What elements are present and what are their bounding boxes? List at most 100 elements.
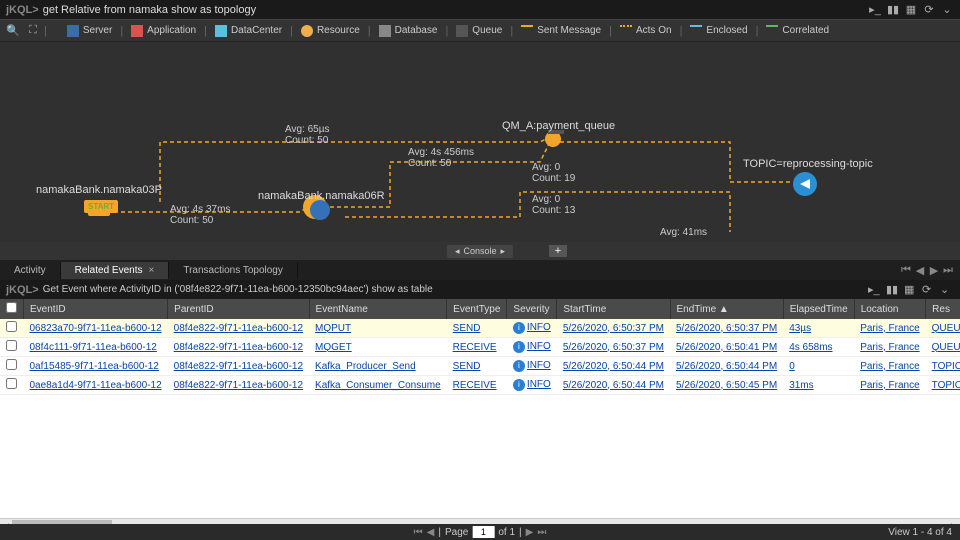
first-page-icon[interactable]: ⏮: [414, 527, 423, 538]
cell-eventname[interactable]: MQGET: [309, 338, 447, 357]
cell-elapsed[interactable]: 43µs: [783, 319, 854, 338]
cell-severity[interactable]: iINFO: [507, 338, 557, 357]
row-checkbox[interactable]: [6, 359, 17, 370]
node-reprocessing-topic[interactable]: TOPIC=reprocessing-topic: [743, 158, 873, 170]
tab-related-events[interactable]: Related Events×: [61, 262, 170, 279]
cell-parentid[interactable]: 08f4e822-9f71-11ea-b600-12: [168, 319, 309, 338]
col-eventid[interactable]: EventID: [24, 299, 168, 319]
prev-page-icon[interactable]: ◀: [427, 527, 435, 538]
cell-eventid[interactable]: 0ae8a1d4-9f71-11ea-b600-12: [24, 376, 168, 395]
chevron-down-icon[interactable]: ⌄: [940, 283, 954, 296]
cell-resource[interactable]: QUEUE=QM_A:pay: [926, 319, 960, 338]
cell-eventid[interactable]: 06823a70-9f71-11ea-b600-12: [24, 319, 168, 338]
cell-severity[interactable]: iINFO: [507, 357, 557, 376]
cell-starttime[interactable]: 5/26/2020, 6:50:44 PM: [557, 357, 670, 376]
cell-location[interactable]: Paris, France: [854, 357, 925, 376]
calendar-icon[interactable]: ▦: [904, 283, 918, 296]
cell-endtime[interactable]: 5/26/2020, 6:50:44 PM: [670, 357, 783, 376]
cell-eventid[interactable]: 0af15485-9f71-11ea-b600-12: [24, 357, 168, 376]
table-row[interactable]: 0ae8a1d4-9f71-11ea-b600-1208f4e822-9f71-…: [0, 376, 960, 395]
node-namaka03p[interactable]: namakaBank.namaka03P: [36, 184, 162, 196]
cell-eventtype[interactable]: RECEIVE: [447, 338, 507, 357]
cell-eventid[interactable]: 08f4c111-9f71-11ea-b600-12: [24, 338, 168, 357]
cell-severity[interactable]: iINFO: [507, 319, 557, 338]
console-toggle[interactable]: ◂ Console ▸: [447, 245, 513, 258]
console-icon[interactable]: ▸_: [868, 3, 882, 17]
console-bar: ◂ Console ▸ +: [0, 242, 960, 260]
results-table-wrap[interactable]: EventID ParentID EventName EventType Sev…: [0, 299, 960, 518]
cell-starttime[interactable]: 5/26/2020, 6:50:37 PM: [557, 338, 670, 357]
col-location[interactable]: Location: [854, 299, 925, 319]
next-page-icon[interactable]: ▶: [526, 527, 534, 538]
cell-eventname[interactable]: Kafka_Consumer_Consume: [309, 376, 447, 395]
edge-label: Avg: 65µsCount: 50: [285, 124, 330, 146]
cell-parentid[interactable]: 08f4e822-9f71-11ea-b600-12: [168, 338, 309, 357]
cell-starttime[interactable]: 5/26/2020, 6:50:37 PM: [557, 319, 670, 338]
col-parentid[interactable]: ParentID: [168, 299, 309, 319]
topology-canvas[interactable]: START namakaBank.namaka03P namakaBank.na…: [0, 42, 960, 242]
close-icon[interactable]: ×: [149, 265, 155, 276]
cell-severity[interactable]: iINFO: [507, 376, 557, 395]
col-elapsedtime[interactable]: ElapsedTime: [783, 299, 854, 319]
cell-location[interactable]: Paris, France: [854, 319, 925, 338]
cell-elapsed[interactable]: 31ms: [783, 376, 854, 395]
zoom-in-icon[interactable]: 🔍: [4, 22, 22, 40]
table-row[interactable]: 06823a70-9f71-11ea-b600-1208f4e822-9f71-…: [0, 319, 960, 338]
last-icon[interactable]: ⏭: [942, 264, 954, 277]
col-resource[interactable]: Res: [926, 299, 960, 319]
cell-endtime[interactable]: 5/26/2020, 6:50:41 PM: [670, 338, 783, 357]
cell-eventtype[interactable]: SEND: [447, 319, 507, 338]
cell-elapsed[interactable]: 0: [783, 357, 854, 376]
table-row[interactable]: 0af15485-9f71-11ea-b600-1208f4e822-9f71-…: [0, 357, 960, 376]
node-payment-queue[interactable]: QM_A:payment_queue: [502, 120, 615, 132]
lower-query-text[interactable]: Get Event where ActivityID in ('08f4e822…: [43, 284, 433, 295]
cell-location[interactable]: Paris, France: [854, 376, 925, 395]
row-checkbox[interactable]: [6, 378, 17, 389]
cell-starttime[interactable]: 5/26/2020, 6:50:44 PM: [557, 376, 670, 395]
col-eventname[interactable]: EventName: [309, 299, 447, 319]
prev-icon[interactable]: ◀: [914, 264, 926, 277]
calendar-icon[interactable]: ▦: [904, 3, 918, 17]
col-endtime[interactable]: EndTime ▲: [670, 299, 783, 319]
chevron-down-icon[interactable]: ⌄: [940, 3, 954, 17]
cell-location[interactable]: Paris, France: [854, 338, 925, 357]
table-row[interactable]: 08f4c111-9f71-11ea-b600-1208f4e822-9f71-…: [0, 338, 960, 357]
cell-eventname[interactable]: MQPUT: [309, 319, 447, 338]
row-checkbox[interactable]: [6, 340, 17, 351]
row-checkbox[interactable]: [6, 321, 17, 332]
first-icon[interactable]: ⏮: [900, 264, 912, 277]
cell-resource[interactable]: QUEUE=QM_A:pay: [926, 338, 960, 357]
node-namaka06r[interactable]: namakaBank.namaka06R: [258, 190, 385, 202]
cell-eventname[interactable]: Kafka_Producer_Send: [309, 357, 447, 376]
fullscreen-icon[interactable]: ⛶: [24, 22, 42, 40]
legend-database: Database: [379, 25, 438, 37]
chart-icon[interactable]: ▮▮: [886, 3, 900, 17]
refresh-icon[interactable]: ⟳: [922, 3, 936, 17]
cell-resource[interactable]: TOPIC=reprocessin: [926, 357, 960, 376]
tab-activity[interactable]: Activity: [0, 262, 61, 279]
col-starttime[interactable]: StartTime: [557, 299, 670, 319]
last-page-icon[interactable]: ⏭: [537, 527, 546, 538]
edge-label: Avg: 0Count: 19: [532, 162, 575, 184]
console-icon[interactable]: ▸_: [868, 283, 882, 296]
tab-transactions-topology[interactable]: Transactions Topology: [169, 262, 298, 279]
col-eventtype[interactable]: EventType: [447, 299, 507, 319]
col-severity[interactable]: Severity: [507, 299, 557, 319]
cell-eventtype[interactable]: SEND: [447, 357, 507, 376]
query-text[interactable]: get Relative from namaka show as topolog…: [43, 4, 256, 16]
add-tab-button[interactable]: +: [549, 245, 567, 257]
cell-elapsed[interactable]: 4s 658ms: [783, 338, 854, 357]
page-input[interactable]: [472, 526, 494, 538]
chart-icon[interactable]: ▮▮: [886, 283, 900, 296]
cell-endtime[interactable]: 5/26/2020, 6:50:37 PM: [670, 319, 783, 338]
cell-endtime[interactable]: 5/26/2020, 6:50:45 PM: [670, 376, 783, 395]
refresh-icon[interactable]: ⟳: [922, 283, 936, 296]
info-icon: i: [513, 379, 525, 391]
cell-parentid[interactable]: 08f4e822-9f71-11ea-b600-12: [168, 357, 309, 376]
select-all-checkbox[interactable]: [6, 302, 17, 313]
next-icon[interactable]: ▶: [928, 264, 940, 277]
cell-eventtype[interactable]: RECEIVE: [447, 376, 507, 395]
cell-resource[interactable]: TOPIC=reprocessin: [926, 376, 960, 395]
lower-tabs: Activity Related Events× Transactions To…: [0, 260, 960, 280]
cell-parentid[interactable]: 08f4e822-9f71-11ea-b600-12: [168, 376, 309, 395]
